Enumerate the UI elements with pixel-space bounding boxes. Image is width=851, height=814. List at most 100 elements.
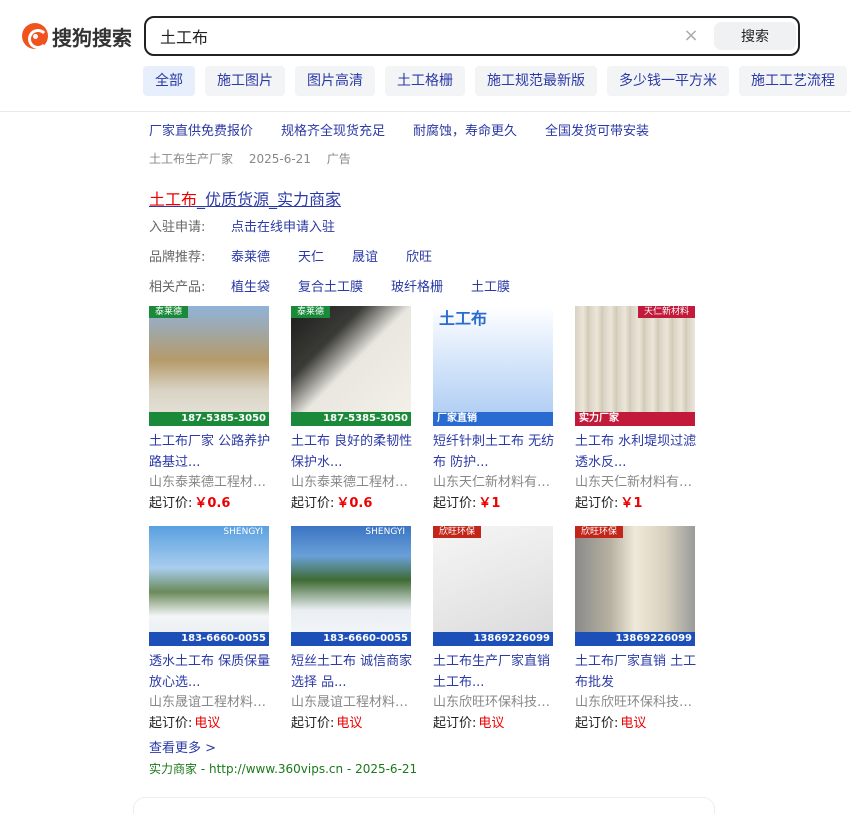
price-value: ￥0.6	[194, 496, 231, 511]
product-company: 山东泰莱德工程材料有限公司	[291, 475, 413, 490]
product-image[interactable]: 泰莱德 187-5385-3050	[149, 306, 269, 426]
result-title-highlight: 土工布	[149, 190, 198, 209]
image-brand-tag: 欣旺环保	[575, 526, 624, 538]
price-label: 起订价:	[575, 496, 619, 511]
result-title-rest: _优质货源_实力商家	[197, 190, 342, 209]
product-card[interactable]: 土工布 厂家直销 短纤针刺土工布 无纺布 防护... 山东天仁新材料有限公司 起…	[433, 306, 557, 515]
ad-link[interactable]: 厂家直供免费报价	[149, 120, 253, 139]
brand-label: 品牌推荐:	[149, 250, 206, 265]
search-button[interactable]: 搜索	[714, 22, 796, 50]
price-value: ￥1	[478, 496, 501, 511]
ad-link[interactable]: 全国发货可带安装	[545, 120, 649, 139]
product-title[interactable]: 土工布 水利堤坝过滤透水反...	[575, 431, 699, 473]
product-card[interactable]: 泰莱德 187-5385-3050 土工布厂家 公路养护路基过... 山东泰莱德…	[149, 306, 273, 515]
product-company: 山东天仁新材料有限公司	[433, 475, 555, 490]
ad-source: 土工布生产厂家	[149, 152, 234, 166]
price-label: 起订价:	[291, 496, 335, 511]
image-brand-tag: 土工布	[439, 309, 488, 328]
product-link[interactable]: 复合土工膜	[298, 276, 363, 295]
result-title[interactable]: 土工布_优质货源_实力商家	[149, 186, 341, 210]
product-link[interactable]: 玻纤格栅	[391, 276, 443, 295]
brand-link[interactable]: 天仁	[298, 246, 324, 265]
product-title[interactable]: 土工布 良好的柔韧性 保护水...	[291, 431, 415, 473]
product-company: 山东欣旺环保科技有限公司	[575, 695, 697, 710]
product-title[interactable]: 透水土工布 保质保量放心选...	[149, 651, 273, 693]
product-company: 山东晟谊工程材料有限公司	[149, 695, 271, 710]
product-title[interactable]: 土工布厂家直销 土工布批发	[575, 651, 699, 693]
ad-badge: 广告	[326, 152, 351, 166]
price-label: 起订价:	[149, 496, 193, 511]
product-link[interactable]: 土工膜	[471, 276, 510, 295]
product-link[interactable]: 植生袋	[231, 276, 270, 295]
product-company: 山东天仁新材料有限公司	[575, 475, 697, 490]
product-label: 相关产品:	[149, 280, 206, 295]
tab-construction-images[interactable]: 施工图片	[205, 66, 285, 96]
tab-hd-images[interactable]: 图片高清	[295, 66, 375, 96]
product-card[interactable]: 天仁新材料 实力厂家 土工布 水利堤坝过滤透水反... 山东天仁新材料有限公司 …	[575, 306, 699, 515]
tab-construction-process[interactable]: 施工工艺流程	[739, 66, 847, 96]
tab-construction-spec[interactable]: 施工规范最新版	[475, 66, 597, 96]
product-price: 起订价: 电议	[149, 713, 273, 735]
image-phone-bar: 13869226099	[575, 632, 695, 646]
search-input[interactable]	[160, 24, 660, 48]
apply-link[interactable]: 点击在线申请入驻	[231, 216, 335, 235]
product-image[interactable]: SHENGYI 183-6660-0055	[149, 526, 269, 646]
price-value: ￥0.6	[336, 496, 373, 511]
product-card[interactable]: SHENGYI 183-6660-0055 透水土工布 保质保量放心选... 山…	[149, 526, 273, 735]
ad-link[interactable]: 规格齐全现货充足	[281, 120, 385, 139]
brand-link[interactable]: 欣旺	[406, 246, 432, 265]
product-price: 起订价: ￥0.6	[291, 493, 415, 515]
ad-link[interactable]: 耐腐蚀，寿命更久	[413, 120, 517, 139]
price-label: 起订价:	[149, 716, 193, 731]
tab-price-per-sqm[interactable]: 多少钱一平方米	[607, 66, 729, 96]
clear-icon[interactable]: ×	[680, 25, 702, 47]
product-image[interactable]: 土工布 厂家直销	[433, 306, 553, 426]
product-title[interactable]: 短纤针刺土工布 无纺布 防护...	[433, 431, 557, 473]
price-value: 电议	[194, 716, 221, 731]
sogou-logo-icon	[22, 23, 48, 49]
see-more-link[interactable]: 查看更多 >	[149, 737, 216, 756]
price-label: 起订价:	[433, 496, 477, 511]
product-price: 起订价: ￥1	[575, 493, 699, 515]
search-box: × 搜索	[144, 16, 800, 56]
product-image[interactable]: 天仁新材料 实力厂家	[575, 306, 695, 426]
product-image[interactable]: 欣旺环保 13869226099	[433, 526, 553, 646]
product-company: 山东欣旺环保科技有限公司	[433, 695, 555, 710]
product-price: 起订价: ￥0.6	[149, 493, 273, 515]
sogou-logo[interactable]: 搜狗搜索	[22, 22, 132, 50]
price-value: 电议	[478, 716, 505, 731]
tab-geogrid[interactable]: 土工格栅	[385, 66, 465, 96]
ad-meta: 土工布生产厂家 2025-6-21 广告	[149, 150, 363, 167]
product-image[interactable]: 泰莱德 187-5385-3050	[291, 306, 411, 426]
product-price: 起订价: 电议	[575, 713, 699, 735]
product-card[interactable]: 欣旺环保 13869226099 土工布厂家直销 土工布批发 山东欣旺环保科技有…	[575, 526, 699, 735]
apply-label: 入驻申请:	[149, 220, 206, 235]
tab-all[interactable]: 全部	[143, 66, 195, 96]
product-title[interactable]: 土工布厂家 公路养护路基过...	[149, 431, 273, 473]
image-brand-tag: SHENGYI	[223, 527, 263, 537]
image-phone-bar: 厂家直销	[433, 412, 553, 426]
brand-link[interactable]: 晟谊	[352, 246, 378, 265]
price-label: 起订价:	[575, 716, 619, 731]
image-brand-tag: 泰莱德	[291, 306, 331, 318]
price-value: ￥1	[620, 496, 643, 511]
product-company: 山东泰莱德工程材料有限公司	[149, 475, 271, 490]
product-card[interactable]: 泰莱德 187-5385-3050 土工布 良好的柔韧性 保护水... 山东泰莱…	[291, 306, 415, 515]
filter-tabs: 全部 施工图片 图片高清 土工格栅 施工规范最新版 多少钱一平方米 施工工艺流程	[143, 66, 851, 96]
product-price: 起订价: 电议	[291, 713, 415, 735]
product-card[interactable]: 欣旺环保 13869226099 土工布生产厂家直销 土工布... 山东欣旺环保…	[433, 526, 557, 735]
product-card[interactable]: SHENGYI 183-6660-0055 短丝土工布 诚信商家选择 品... …	[291, 526, 415, 735]
product-title[interactable]: 短丝土工布 诚信商家选择 品...	[291, 651, 415, 693]
price-label: 起订价:	[433, 716, 477, 731]
brand-link[interactable]: 泰莱德	[231, 246, 270, 265]
product-title[interactable]: 土工布生产厂家直销 土工布...	[433, 651, 557, 693]
image-phone-bar: 实力厂家	[575, 412, 695, 426]
image-phone-bar: 187-5385-3050	[291, 412, 411, 426]
result-source-url[interactable]: 实力商家 - http://www.360vips.cn - 2025-6-21	[149, 760, 417, 777]
image-brand-tag: 泰莱德	[149, 306, 189, 318]
image-phone-bar: 187-5385-3050	[149, 412, 269, 426]
image-brand-tag: 天仁新材料	[637, 306, 695, 318]
product-price: 起订价: ￥1	[433, 493, 557, 515]
product-image[interactable]: SHENGYI 183-6660-0055	[291, 526, 411, 646]
product-image[interactable]: 欣旺环保 13869226099	[575, 526, 695, 646]
